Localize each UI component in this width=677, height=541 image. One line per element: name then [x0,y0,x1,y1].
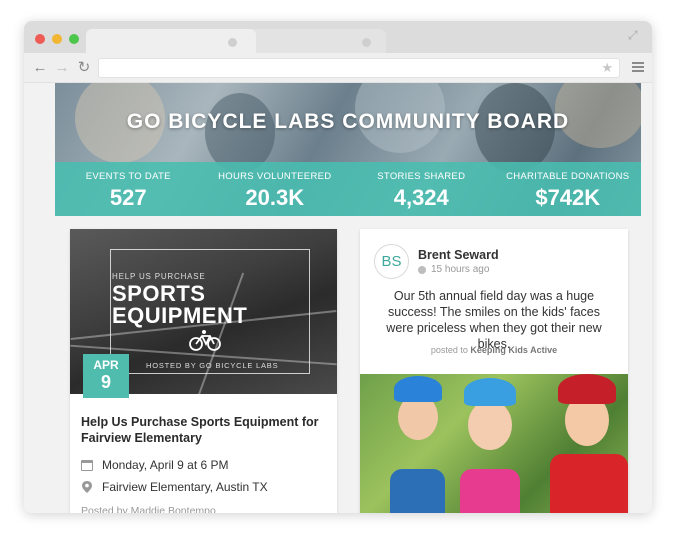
resize-icon[interactable]: ⤢ [628,28,642,42]
page-title: GO BICYCLE LABS COMMUNITY BOARD [126,110,570,133]
event-card[interactable]: HELP US PURCHASE SPORTS EQUIPMENT HOSTED… [70,229,337,513]
maximize-window-button[interactable] [69,34,79,44]
date-badge: APR 9 [83,354,129,398]
stat-value: $742K [535,185,601,210]
stat-stories: STORIES SHARED 4,324 [348,162,495,216]
browser-toolbar: ← → ↻ ★ [24,53,652,83]
event-datetime-text: Monday, April 9 at 6 PM [102,458,229,472]
avatar[interactable]: BS [374,244,409,279]
posted-prefix: posted to [430,345,468,355]
stat-label: CHARITABLE DONATIONS [506,171,630,182]
event-graphic-line: EQUIPMENT [112,303,248,328]
photo-kid-helmet [558,374,616,404]
stat-label: EVENTS TO DATE [85,171,171,182]
photo-kid-body [460,469,520,513]
browser-window: ⤢ ← → ↻ ★ GO BICYCLE LABS COMMUNITY BOAR… [24,21,652,513]
close-window-button[interactable] [35,34,45,44]
back-arrow-icon[interactable]: ← [32,60,48,76]
story-image[interactable] [360,374,628,513]
stat-donations: CHARITABLE DONATIONS $742K [495,162,642,216]
photo-kid-body [550,454,628,513]
event-poster: Posted by Maddie Bontempo [81,505,216,513]
stat-value: 20.3K [245,185,305,210]
event-graphic-title: SPORTS EQUIPMENT [112,283,247,327]
event-datetime: Monday, April 9 at 6 PM [81,458,229,472]
tab-close-icon[interactable] [228,38,237,47]
hero-banner: GO BICYCLE LABS COMMUNITY BOARD EVENTS T… [55,83,641,216]
stats-bar: EVENTS TO DATE 527 HOURS VOLUNTEERED 20.… [55,162,641,216]
photo-kid-face [468,400,512,450]
stat-value: 4,324 [393,185,449,210]
title-bar: ⤢ [24,21,652,55]
browser-tab-2[interactable] [246,29,386,55]
date-month: APR [93,358,119,372]
post-time: 15 hours ago [418,264,489,275]
menu-icon[interactable] [632,62,644,73]
event-graphic-host: HOSTED BY GO BICYCLE LABS [146,361,279,370]
calendar-icon [81,459,93,471]
photo-kid-helmet [464,378,516,406]
pin-icon [82,481,92,493]
browser-tab-1[interactable] [86,29,256,55]
event-title-link[interactable]: Help Us Purchase Sports Equipment for Fa… [81,414,331,446]
photo-kid-helmet [394,376,442,402]
stat-hours: HOURS VOLUNTEERED 20.3K [202,162,349,216]
clock-icon [418,265,426,274]
event-graphic-line: SPORTS [112,281,206,306]
posted-to: posted to Keeping Kids Active [360,345,628,355]
group-link[interactable]: Keeping Kids Active [470,345,557,355]
photo-kid-body [390,469,445,513]
forward-arrow-icon[interactable]: → [54,60,70,76]
stat-label: HOURS VOLUNTEERED [218,171,332,182]
address-bar[interactable]: ★ [98,58,620,78]
star-icon[interactable]: ★ [601,61,613,75]
page-viewport: GO BICYCLE LABS COMMUNITY BOARD EVENTS T… [24,83,652,513]
bike-icon [189,330,221,351]
stat-events: EVENTS TO DATE 527 [55,162,202,216]
story-card[interactable]: BS Brent Seward 15 hours ago Our 5th ann… [360,229,628,513]
event-graphic-subtitle: HELP US PURCHASE [112,272,206,281]
stat-label: STORIES SHARED [377,171,466,182]
event-location: Fairview Elementary, Austin TX [81,480,268,494]
date-day: 9 [100,372,111,392]
author-name[interactable]: Brent Seward [418,248,499,262]
event-location-text: Fairview Elementary, Austin TX [102,480,268,494]
story-text: Our 5th annual field day was a huge succ… [386,289,602,351]
reload-icon[interactable]: ↻ [76,60,92,76]
stat-value: 527 [109,185,147,210]
minimize-window-button[interactable] [52,34,62,44]
post-time-text: 15 hours ago [431,264,490,275]
tab-close-icon[interactable] [362,38,371,47]
